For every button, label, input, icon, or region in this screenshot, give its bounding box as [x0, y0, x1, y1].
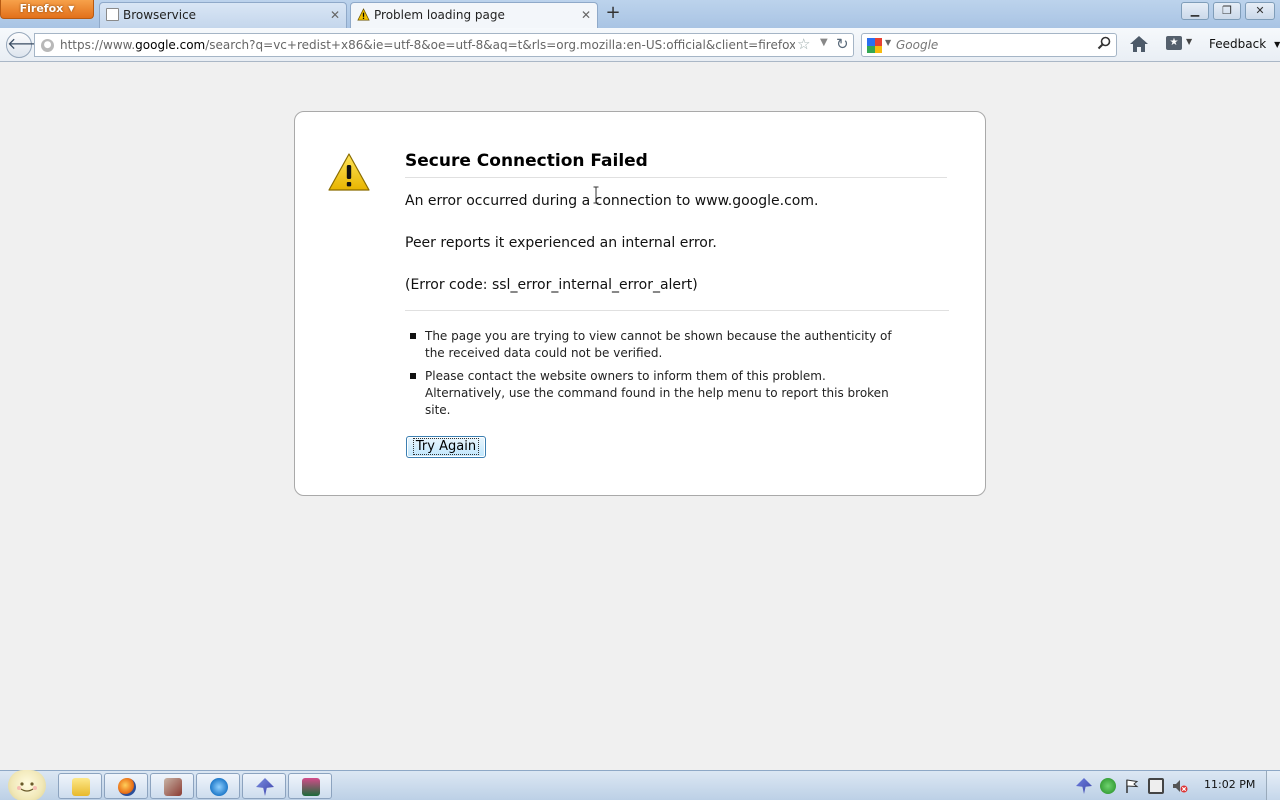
flag-icon[interactable]: [1124, 778, 1140, 794]
tray-app-icon[interactable]: [1076, 778, 1092, 794]
tab-close-icon[interactable]: ✕: [581, 3, 591, 27]
system-tray: [1072, 771, 1202, 800]
url-path: /search?q=vc+redist+x86&ie=utf-8&oe=utf-…: [205, 38, 795, 52]
url-history-dropdown-icon[interactable]: ▼: [820, 37, 828, 48]
taskbar: 11:02 PM: [0, 770, 1280, 800]
bookmarks-star-icon: ★: [1166, 36, 1182, 50]
url-domain: google.com: [135, 38, 206, 52]
error-detail: Peer reports it experienced an internal …: [405, 235, 717, 251]
list-item: Please contact the website owners to inf…: [405, 368, 905, 419]
app-icon: [256, 778, 274, 796]
tab-browservice[interactable]: Browservice ✕: [99, 2, 347, 28]
error-explanation-list: The page you are trying to view cannot b…: [405, 328, 905, 425]
list-item-text: Please contact the website owners to inf…: [425, 369, 889, 417]
error-panel: Secure Connection Failed An error occurr…: [294, 111, 986, 496]
error-code: (Error code: ssl_error_internal_error_al…: [405, 277, 698, 293]
media-player-icon: [164, 778, 182, 796]
minimize-button[interactable]: ▁: [1181, 2, 1209, 20]
firefox-icon: [118, 778, 136, 796]
bookmarks-button[interactable]: ★ ▼: [1166, 34, 1198, 54]
close-window-button[interactable]: ✕: [1245, 2, 1275, 20]
bullet-icon: [410, 333, 416, 339]
list-item: The page you are trying to view cannot b…: [405, 328, 905, 362]
chevron-down-icon[interactable]: ▼: [885, 38, 891, 47]
google-icon[interactable]: [867, 38, 882, 53]
explorer-icon: [72, 778, 90, 796]
bookmark-star-icon[interactable]: ☆: [797, 35, 810, 53]
new-tab-button[interactable]: +: [600, 3, 626, 25]
tab-title: Browservice: [123, 8, 197, 22]
taskbar-firefox-button[interactable]: [104, 773, 148, 799]
try-again-label: Try Again: [412, 438, 480, 455]
url-prefix: https://www.: [60, 38, 136, 52]
close-icon: ✕: [1255, 4, 1265, 17]
error-title: Secure Connection Failed: [405, 151, 947, 178]
show-desktop-button[interactable]: [1266, 771, 1280, 800]
tab-title: Problem loading page: [374, 8, 505, 22]
firefox-menu-button[interactable]: Firefox ▼: [0, 0, 94, 19]
chevron-down-icon: ▼: [1186, 37, 1193, 46]
smiley-icon: [17, 782, 37, 792]
home-icon[interactable]: [1128, 33, 1150, 55]
warning-icon: [357, 8, 370, 21]
feedback-button[interactable]: Feedback ▼: [1209, 37, 1280, 51]
firefox-menu-label: Firefox: [19, 2, 64, 15]
url-text[interactable]: https://www.google.com/search?q=vc+redis…: [60, 34, 795, 56]
blank-page-icon: [106, 8, 119, 21]
text-cursor-icon: [593, 186, 599, 204]
taskbar-app-button[interactable]: [288, 773, 332, 799]
restore-icon: ❐: [1222, 4, 1232, 17]
network-icon[interactable]: [1148, 778, 1164, 794]
globe-icon[interactable]: ●: [41, 39, 54, 52]
divider: [405, 310, 949, 311]
minimize-icon: ▁: [1190, 4, 1200, 17]
feedback-label: Feedback: [1209, 37, 1267, 51]
chevron-down-icon: ▼: [1274, 40, 1280, 49]
magnifier-icon[interactable]: [1097, 36, 1111, 50]
app-icon: [302, 778, 320, 796]
try-again-button[interactable]: Try Again: [406, 436, 486, 458]
warning-icon: [328, 153, 370, 191]
navigation-toolbar: 🡐 ● https://www.google.com/search?q=vc+r…: [0, 28, 1280, 62]
taskbar-media-player-button[interactable]: [150, 773, 194, 799]
volume-muted-icon[interactable]: [1172, 778, 1188, 794]
restore-button[interactable]: ❐: [1213, 2, 1241, 20]
chevron-down-icon: ▼: [68, 4, 75, 13]
bullet-icon: [410, 373, 416, 379]
taskbar-explorer-button[interactable]: [58, 773, 102, 799]
back-button[interactable]: 🡐: [6, 32, 50, 58]
tab-close-icon[interactable]: ✕: [330, 3, 340, 27]
url-bar[interactable]: ● https://www.google.com/search?q=vc+red…: [34, 33, 854, 57]
title-bar: Firefox ▼ Browservice ✕ Problem loading p…: [0, 0, 1280, 28]
taskbar-app-button[interactable]: [242, 773, 286, 799]
search-input[interactable]: [896, 35, 1092, 55]
taskbar-internet-explorer-button[interactable]: [196, 773, 240, 799]
start-button[interactable]: [8, 770, 46, 800]
page-content: Secure Connection Failed An error occurr…: [0, 63, 1280, 770]
tab-problem-loading-page[interactable]: Problem loading page ✕: [350, 2, 598, 28]
error-description: An error occurred during a connection to…: [405, 193, 819, 209]
list-item-text: The page you are trying to view cannot b…: [425, 329, 892, 360]
clock[interactable]: 11:02 PM: [1204, 778, 1255, 791]
reload-icon[interactable]: ↻: [836, 35, 849, 53]
search-bar[interactable]: ▼: [861, 33, 1117, 57]
security-check-icon[interactable]: [1100, 778, 1116, 794]
internet-explorer-icon: [210, 778, 228, 796]
